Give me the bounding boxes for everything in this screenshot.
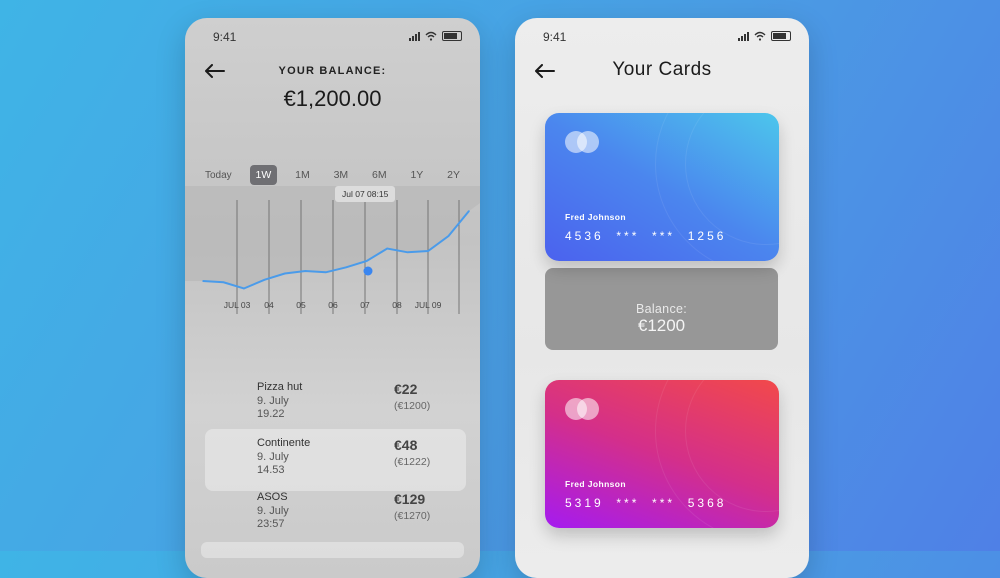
cards-screen: 9:41 Your Cards Balance: €1200 Fred John… [515,18,809,578]
balance-chart[interactable] [185,186,480,316]
balance-amount: €1,200.00 [283,86,382,111]
chart-x-label: 06 [328,300,338,310]
chart-point [263,278,266,281]
chart-point [406,251,409,254]
card-brand-logo-icon [565,398,601,420]
chart-x-label: 05 [296,300,306,310]
credit-card[interactable]: Fred Johnson 4536 *** *** 1256 [545,113,779,261]
chart-point [304,270,307,272]
status-bar: 9:41 [515,30,809,44]
card-number: 5319 *** *** 5368 [565,496,727,510]
transaction-amount: €129 [394,491,426,507]
chart-point [386,247,388,250]
card-balance-panel: Balance: €1200 [545,268,778,350]
transaction-running-balance: (€1200) [394,400,431,412]
chart-x-label: 08 [392,300,402,310]
transaction-name: ASOS [257,491,288,503]
chart-point [447,235,450,237]
chart-x-label: JUL 09 [414,300,442,310]
wifi-icon [754,31,766,41]
chart-x-label: JUL 03 [223,300,251,310]
transaction-name: Continente [257,437,311,449]
period-selector: Today 1W 1M 3M 6M 1Y 2Y [199,164,466,186]
status-time: 9:41 [543,30,567,44]
selected-point[interactable] [363,266,373,276]
transaction-amount: €48 [394,437,418,453]
credit-card[interactable]: Fred Johnson 5319 *** *** 5368 [545,380,779,528]
transaction-date: 9. July [257,451,289,463]
transaction-date: 9. July [257,505,289,517]
chart-tooltip: Jul 07 08:15 [335,186,396,202]
chart-point [284,272,286,275]
transaction-row[interactable]: Pizza hut 9. July 19.22 €22 (€1200) [205,373,466,435]
period-1m[interactable]: 1M [289,165,316,185]
card-number: 4536 *** *** 1256 [565,229,727,243]
chart-point [243,287,245,290]
chart-x-labels: JUL 03 04 05 06 07 08 JUL 09 [185,300,480,312]
transaction-name: Pizza hut [257,381,303,393]
transaction-time: 14.53 [257,464,285,476]
transaction-row-partial[interactable] [201,542,464,558]
chart-point [202,280,204,282]
chart-point [222,281,225,284]
chart-point [324,271,327,274]
card-holder-name: Fred Johnson [565,479,626,489]
balance-screen: 9:41 YOUR BALANCE: €1,200.00 Today 1W 1M… [185,18,480,578]
chart-area [185,186,480,289]
chart-point [365,260,368,262]
battery-icon [442,31,462,41]
period-6m[interactable]: 6M [366,165,393,185]
period-2y[interactable]: 2Y [441,165,466,185]
chart-point [427,250,429,252]
chart-x-label: 07 [360,300,370,310]
period-3m[interactable]: 3M [328,165,355,185]
signal-icon [409,31,420,41]
card-brand-logo-icon [565,131,601,153]
transaction-amount: €22 [394,381,418,397]
transaction-running-balance: (€1222) [394,456,431,468]
card-balance-label: Balance: [635,302,688,316]
period-1y[interactable]: 1Y [404,165,429,185]
transaction-date: 9. July [257,395,289,407]
battery-icon [771,31,791,41]
wifi-icon [425,31,437,41]
period-today[interactable]: Today [199,166,238,185]
status-time: 9:41 [213,30,237,44]
chart-point [345,266,348,269]
transaction-time: 23:57 [257,518,285,530]
balance-label: YOUR BALANCE: [278,65,387,77]
chart-point [468,210,470,212]
page-title: Your Cards [612,59,712,80]
chart-x-label: 04 [264,300,274,310]
transaction-running-balance: (€1270) [394,510,431,522]
transaction-row[interactable]: Continente 9. July 14.53 €48 (€1222) [205,429,466,491]
card-balance-value: €1200 [637,316,686,335]
transaction-time: 19.22 [257,408,285,420]
transaction-row[interactable]: ASOS 9. July 23:57 €129 (€1270) [205,483,466,545]
card-holder-name: Fred Johnson [565,212,626,222]
signal-icon [738,31,749,41]
status-bar: 9:41 [185,30,480,44]
period-1w[interactable]: 1W [249,165,278,185]
